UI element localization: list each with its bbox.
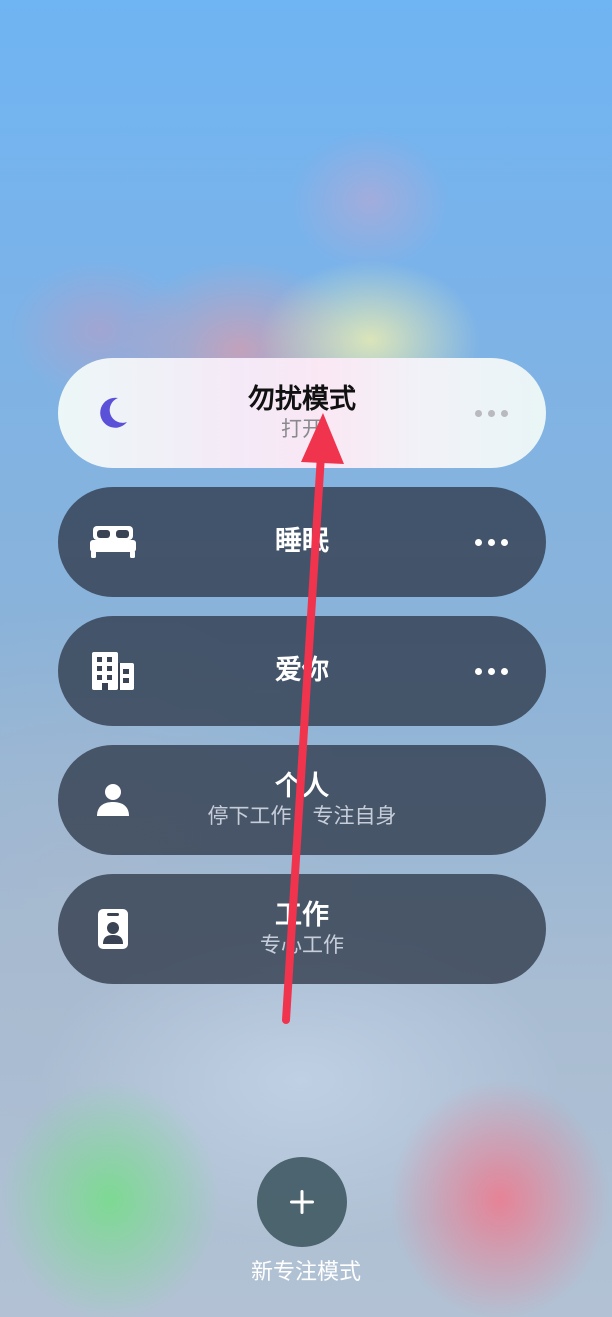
focus-mode-screen: 勿扰模式 打开 睡眠 爱你 个人 停下工作，专注自身 工作 专心工作 新专注模式: [0, 0, 612, 1317]
more-options-button[interactable]: [466, 393, 516, 433]
focus-mode-subtitle: 停下工作，专注自身: [207, 804, 397, 828]
focus-mode-title: 睡眠: [275, 526, 329, 557]
focus-mode-personal[interactable]: 个人 停下工作，专注自身: [58, 745, 546, 855]
building-icon: [88, 646, 138, 696]
more-dot: [474, 667, 482, 675]
more-dot: [474, 538, 482, 546]
focus-mode-subtitle: 专心工作: [260, 933, 344, 957]
more-options-button[interactable]: [466, 522, 516, 562]
more-options-button[interactable]: [466, 651, 516, 691]
moon-icon: [88, 388, 138, 438]
focus-mode-sleep[interactable]: 睡眠: [58, 487, 546, 597]
more-dot: [487, 409, 495, 417]
focus-mode-do-not-disturb[interactable]: 勿扰模式 打开: [58, 358, 546, 468]
focus-mode-title: 个人: [275, 771, 329, 802]
focus-mode-title: 工作: [275, 900, 329, 931]
focus-mode-title: 勿扰模式: [248, 384, 356, 415]
id-badge-icon: [88, 904, 138, 954]
more-dot: [474, 409, 482, 417]
focus-mode-work[interactable]: 工作 专心工作: [58, 874, 546, 984]
focus-mode-title: 爱你: [275, 655, 329, 686]
person-icon: [88, 775, 138, 825]
focus-mode-love-you[interactable]: 爱你: [58, 616, 546, 726]
add-focus-mode-button[interactable]: [257, 1157, 347, 1247]
more-dot: [500, 667, 508, 675]
more-dot: [487, 538, 495, 546]
focus-mode-status: 打开: [281, 417, 323, 441]
more-dot: [487, 667, 495, 675]
more-dot: [500, 409, 508, 417]
bed-icon: [88, 517, 138, 567]
more-dot: [500, 538, 508, 546]
plus-icon: [290, 1190, 314, 1214]
add-focus-mode-label: 新专注模式: [250, 1260, 361, 1285]
